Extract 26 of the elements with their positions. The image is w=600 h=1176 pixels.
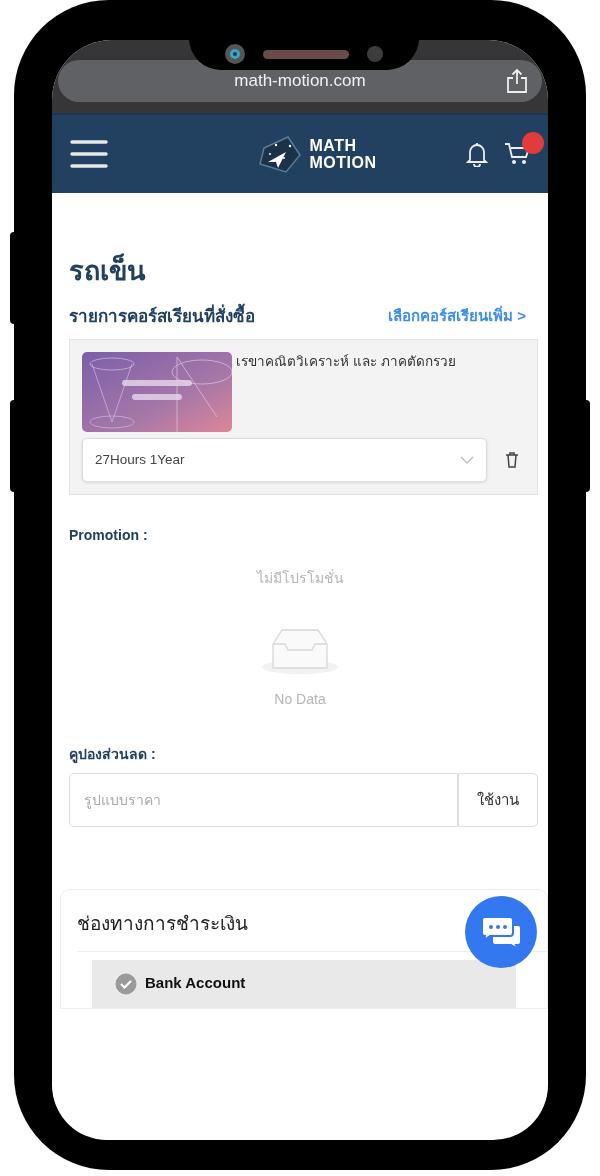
no-data-text: No Data [273, 690, 327, 709]
camera-icon [229, 48, 241, 60]
apply-button[interactable]: ใช้งาน [458, 773, 538, 827]
package-select[interactable]: 27Hours 1Year [82, 438, 487, 482]
address-bar[interactable]: math-motion.com [58, 60, 542, 102]
share-icon[interactable] [506, 68, 528, 94]
course-title: เรขาคณิตวิเคราะห์ และ ภาคตัดกรวย [236, 353, 456, 371]
coupon-label: คูปองส่วนลด : [69, 745, 157, 765]
empty-message: ไม่มีโปรโมชั่น [255, 568, 345, 588]
coupon-field[interactable]: รูปแบบราคา [69, 773, 458, 827]
chevron-down-icon [460, 456, 474, 464]
payment-option[interactable]: Bank Account [92, 959, 516, 1008]
menu-icon[interactable] [70, 139, 108, 169]
url-text: math-motion.com [234, 70, 366, 93]
sensor-dot [367, 46, 383, 62]
bell-icon[interactable] [466, 141, 488, 167]
inbox-icon [260, 627, 340, 675]
cart-icon[interactable] [504, 142, 530, 167]
logo-text: MOTION [309, 154, 377, 171]
promotion-label: Promotion : [69, 526, 149, 545]
trash-icon[interactable] [505, 452, 519, 468]
section-heading: รายการคอร์สเรียนที่สั่งซื้อ [69, 303, 255, 329]
page-title: รถเข็น [69, 251, 548, 292]
logo-icon [257, 134, 302, 174]
chat-icon [480, 915, 522, 949]
logo-text: MATH [309, 137, 358, 154]
